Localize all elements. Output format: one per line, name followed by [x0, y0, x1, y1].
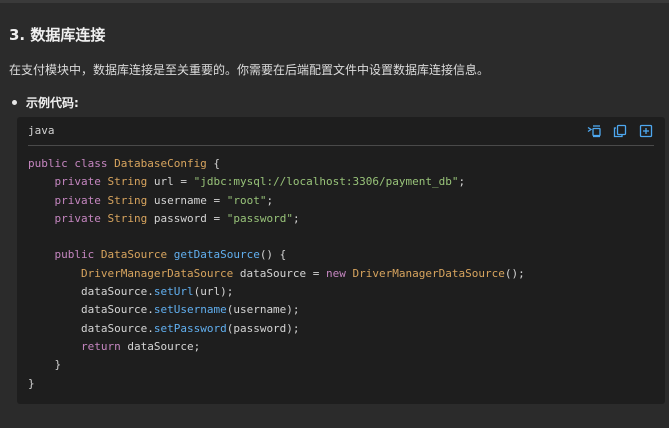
code-line: public class DatabaseConfig { [28, 155, 525, 173]
code-token: private [28, 211, 108, 225]
code-token: ; [458, 175, 466, 189]
code-token: DataSource [100, 248, 168, 262]
code-token: setPassword [153, 321, 227, 335]
code-token: setUrl [153, 285, 194, 299]
section-paragraph: 在支付模块中，数据库连接是至关重要的。你需要在后端配置文件中设置数据库连接信息。 [9, 63, 490, 77]
code-line: } [28, 356, 525, 374]
copy-icon[interactable] [613, 123, 627, 138]
code-token: "root" [226, 193, 267, 207]
code-line: dataSource.setUrl(url); [28, 283, 525, 301]
code-token: setUsername [153, 303, 227, 317]
insert-icon[interactable] [639, 123, 653, 138]
code-token: return [80, 339, 128, 353]
code-token: ; [266, 193, 274, 207]
code-token: String [107, 175, 148, 189]
code-line: dataSource.setUsername(username); [28, 301, 525, 319]
code-token: getDataSource [173, 248, 260, 262]
code-token: new [326, 266, 353, 280]
code-token: String [107, 211, 148, 225]
code-token: password = [147, 211, 227, 225]
code-token: "password" [226, 211, 293, 225]
code-header: java [17, 117, 665, 145]
code-token: dataSource; [127, 339, 201, 353]
code-token: String [107, 193, 148, 207]
section-title: 3. 数据库连接 [9, 26, 106, 44]
code-token: dataSource = [233, 266, 327, 280]
code-token: (url); [193, 285, 234, 299]
bullet-label: 示例代码: [26, 96, 79, 110]
wrap-lines-icon[interactable] [587, 123, 601, 138]
code-line: private String username = "root"; [28, 192, 525, 210]
code-line: private String url = "jdbc:mysql://local… [28, 173, 525, 191]
code-token: (username); [226, 303, 300, 317]
code-line: dataSource.setPassword(password); [28, 320, 525, 338]
code-token: username = [147, 193, 227, 207]
code-token: DriverManagerDataSource [80, 266, 234, 280]
code-line: } [28, 375, 525, 393]
bullet-dot-icon [12, 100, 17, 105]
code-line: DriverManagerDataSource dataSource = new… [28, 265, 525, 283]
code-token: dataSource. [28, 321, 154, 335]
code-token: url = [147, 175, 194, 189]
code-token: private [28, 193, 108, 207]
code-token: public [28, 248, 101, 262]
code-body[interactable]: public class DatabaseConfig { private St… [28, 155, 525, 393]
code-token: DriverManagerDataSource [352, 266, 505, 280]
bullet-item: 示例代码: [12, 94, 79, 111]
code-token: public class [28, 157, 115, 170]
code-token: "jdbc:mysql://localhost:3306/payment_db" [193, 175, 459, 189]
code-line: return dataSource; [28, 338, 525, 356]
code-token: ; [292, 211, 300, 225]
code-token: } [28, 358, 62, 372]
code-token: dataSource. [28, 285, 154, 299]
top-edge [0, 0, 669, 3]
code-block: java public class DatabaseConfig {priva… [17, 117, 665, 404]
code-token: private [28, 175, 108, 189]
code-line: private String password = "password"; [28, 210, 525, 228]
code-actions [587, 123, 653, 138]
code-token: { [206, 157, 221, 170]
code-token: (password); [226, 321, 300, 335]
code-token: (); [504, 266, 525, 280]
code-language-label: java [28, 124, 55, 137]
code-token: () { [259, 248, 287, 262]
code-divider [28, 145, 654, 146]
code-token: DatabaseConfig [114, 157, 207, 170]
code-token: dataSource. [28, 303, 154, 317]
code-token: } [28, 376, 35, 390]
code-line: public DataSource getDataSource() { [28, 246, 525, 264]
